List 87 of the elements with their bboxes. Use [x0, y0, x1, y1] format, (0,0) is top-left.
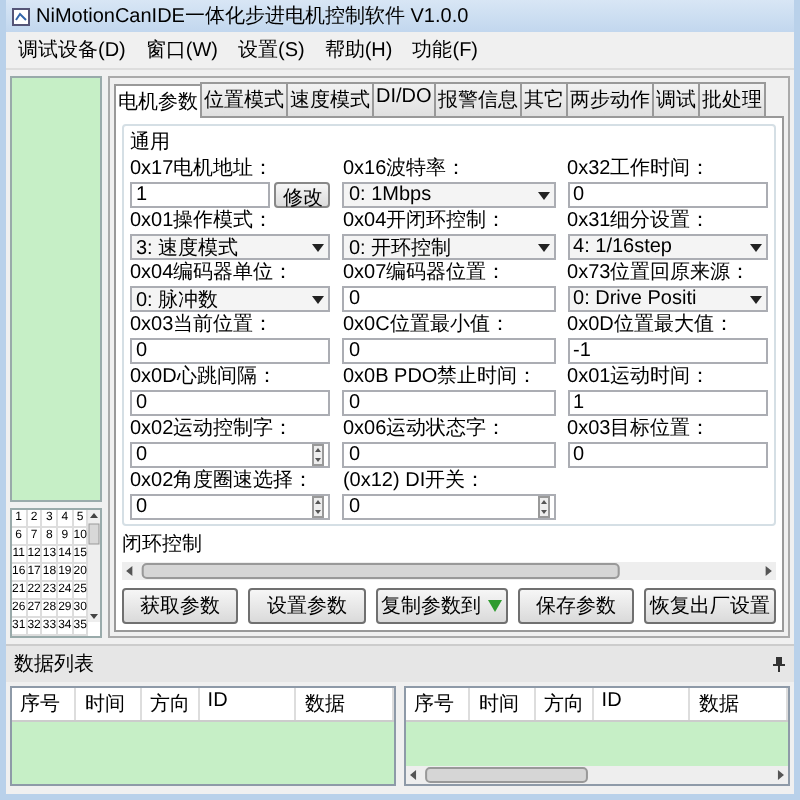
menu-item[interactable]: 帮助(H): [320, 36, 397, 64]
edit-button[interactable]: 修改: [274, 182, 331, 208]
column-header[interactable]: ID: [593, 688, 691, 720]
panel-title: 数据列表: [14, 651, 94, 678]
column-header[interactable]: 方向: [141, 688, 200, 720]
dropdown[interactable]: 0: Drive Positi: [567, 286, 768, 312]
tab[interactable]: 速度模式: [286, 82, 374, 116]
dropdown-arrow-icon: [487, 600, 502, 612]
action-button[interactable]: 复制参数到: [375, 588, 508, 624]
input-field[interactable]: -1: [567, 338, 768, 364]
input-field[interactable]: 1: [130, 182, 271, 208]
input-field[interactable]: 0: [567, 442, 768, 468]
param-label: 0x16波特率：: [342, 158, 469, 180]
tab[interactable]: 位置模式: [200, 82, 288, 116]
spin-field[interactable]: 0: [130, 442, 331, 468]
section-title: 闭环控制: [122, 531, 204, 558]
action-button[interactable]: 恢复出厂设置: [643, 588, 776, 624]
column-header[interactable]: 时间: [76, 688, 142, 720]
input-field[interactable]: 0: [342, 442, 556, 468]
window-title: NiMotionCanIDE一体化步进电机控制软件 V1.0.0: [36, 3, 469, 30]
action-button[interactable]: 获取参数: [122, 588, 239, 624]
param-label: 0x04编码器单位：: [130, 262, 296, 284]
column-header[interactable]: 数据: [296, 688, 394, 720]
action-button[interactable]: 保存参数: [517, 588, 634, 624]
input-field[interactable]: 0: [342, 338, 556, 364]
param-label: 0x01操作模式：: [130, 210, 276, 232]
param-label: 0x32工作时间：: [567, 158, 713, 180]
group-title: 通用: [130, 129, 172, 156]
caret-icon: [750, 295, 762, 303]
tab[interactable]: 两步动作: [565, 82, 654, 116]
caret-icon: [750, 243, 762, 251]
dropdown[interactable]: 0: 开环控制: [342, 234, 556, 260]
menu-item[interactable]: 调试设备(D): [14, 36, 130, 64]
input-field[interactable]: 0: [130, 390, 331, 416]
param-label: 0x04开闭环控制：: [342, 210, 509, 232]
pin-icon: [772, 656, 786, 672]
dropdown[interactable]: 3: 速度模式: [130, 234, 331, 260]
column-header[interactable]: 时间: [470, 688, 536, 720]
caret-icon: [537, 243, 550, 251]
spin-field[interactable]: 0: [342, 494, 556, 520]
tab[interactable]: 其它: [519, 82, 568, 116]
tab[interactable]: 调试: [651, 82, 700, 116]
scrollbar: [88, 510, 101, 622]
param-label: 0x06运动状态字：: [342, 418, 509, 440]
param-label: 0x02运动控制字：: [130, 418, 296, 440]
spinner-icon: [312, 496, 325, 518]
caret-icon: [537, 191, 550, 199]
param-label: 0x17电机地址：: [130, 158, 276, 180]
caret-icon: [312, 243, 325, 251]
column-header[interactable]: 序号: [12, 688, 77, 720]
input-field[interactable]: 0: [130, 338, 331, 364]
param-label: 0x03当前位置：: [130, 314, 276, 336]
dropdown[interactable]: 0: 1Mbps: [342, 182, 556, 208]
caret-icon: [312, 295, 325, 303]
param-label: 0x73位置回原来源：: [567, 262, 753, 284]
input-field[interactable]: 0: [342, 390, 556, 416]
dropdown[interactable]: 0: 脉冲数: [130, 286, 331, 312]
menu-item[interactable]: 设置(S): [234, 36, 309, 64]
param-label: 0x0C位置最小值：: [342, 314, 512, 336]
input-field[interactable]: 0: [567, 182, 768, 208]
column-header[interactable]: 数据: [690, 688, 788, 720]
menu-item[interactable]: 窗口(W): [141, 36, 222, 64]
tab[interactable]: 电机参数: [114, 84, 202, 118]
param-label: 0x07编码器位置：: [342, 262, 509, 284]
param-label: 0x02角度圈速选择：: [130, 470, 316, 492]
param-label: 0x0B PDO禁止时间：: [342, 366, 540, 388]
tab[interactable]: DI/DO: [372, 82, 436, 116]
spinner-icon: [312, 444, 325, 466]
menu-item[interactable]: 功能(F): [408, 36, 483, 64]
param-label: 0x0D心跳间隔：: [130, 366, 279, 388]
param-label: (0x12) DI开关：: [342, 470, 488, 492]
tab[interactable]: 报警信息: [433, 82, 522, 116]
column-header[interactable]: 序号: [406, 688, 471, 720]
spinner-icon: [537, 496, 550, 518]
input-field[interactable]: 1: [567, 390, 768, 416]
spin-field[interactable]: 0: [130, 494, 331, 520]
column-header[interactable]: 方向: [535, 688, 594, 720]
param-label: 0x0D位置最大值：: [567, 314, 736, 336]
action-button[interactable]: 设置参数: [248, 588, 366, 624]
input-field[interactable]: 0: [342, 286, 556, 312]
tab[interactable]: 批处理: [697, 82, 766, 116]
app-icon: [12, 7, 30, 25]
column-header[interactable]: ID: [199, 688, 297, 720]
param-label: 0x31细分设置：: [567, 210, 713, 232]
param-label: 0x01运动时间：: [567, 366, 713, 388]
param-label: 0x03目标位置：: [567, 418, 713, 440]
dropdown[interactable]: 4: 1/16step: [567, 234, 768, 260]
